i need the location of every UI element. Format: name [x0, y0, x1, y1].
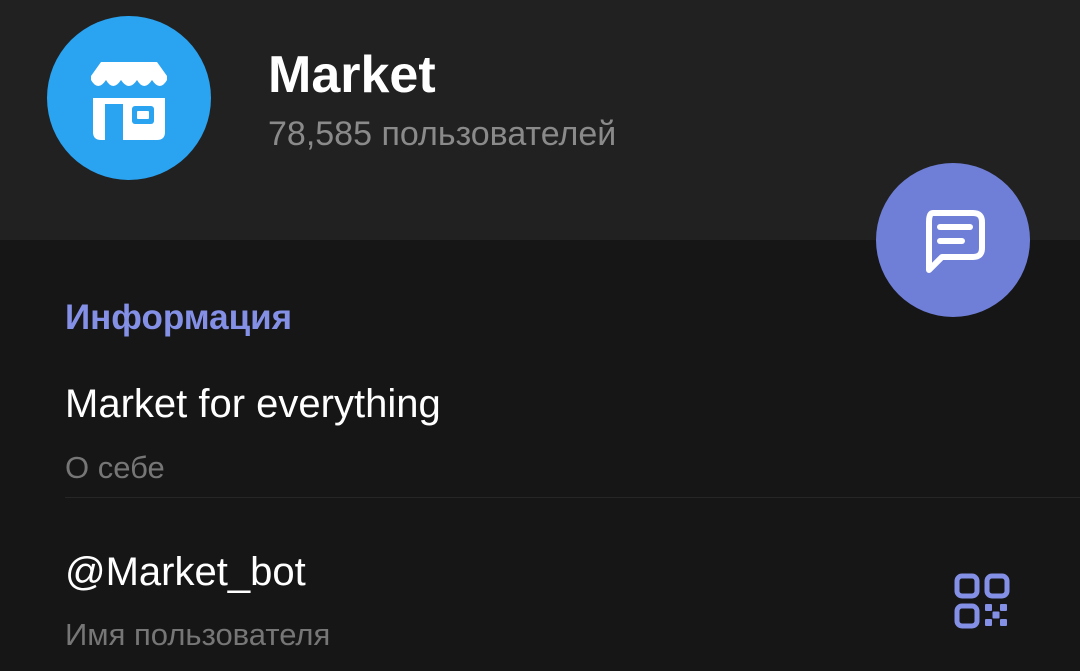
divider: [65, 497, 1080, 498]
storefront-icon: [91, 62, 167, 140]
username-label: Имя пользователя: [65, 617, 331, 652]
member-count: 78,585 пользователей: [268, 115, 617, 153]
about-label: О себе: [65, 450, 165, 485]
section-title-info: Информация: [65, 298, 293, 337]
qr-code-icon: [954, 573, 1010, 629]
profile-name: Market: [268, 46, 436, 104]
qr-code-button[interactable]: [954, 573, 1010, 629]
message-button[interactable]: [876, 163, 1030, 317]
about-value[interactable]: Market for everything: [65, 380, 441, 428]
username-value[interactable]: @Market_bot: [65, 548, 306, 596]
avatar[interactable]: [47, 16, 211, 180]
message-icon: [926, 210, 985, 273]
